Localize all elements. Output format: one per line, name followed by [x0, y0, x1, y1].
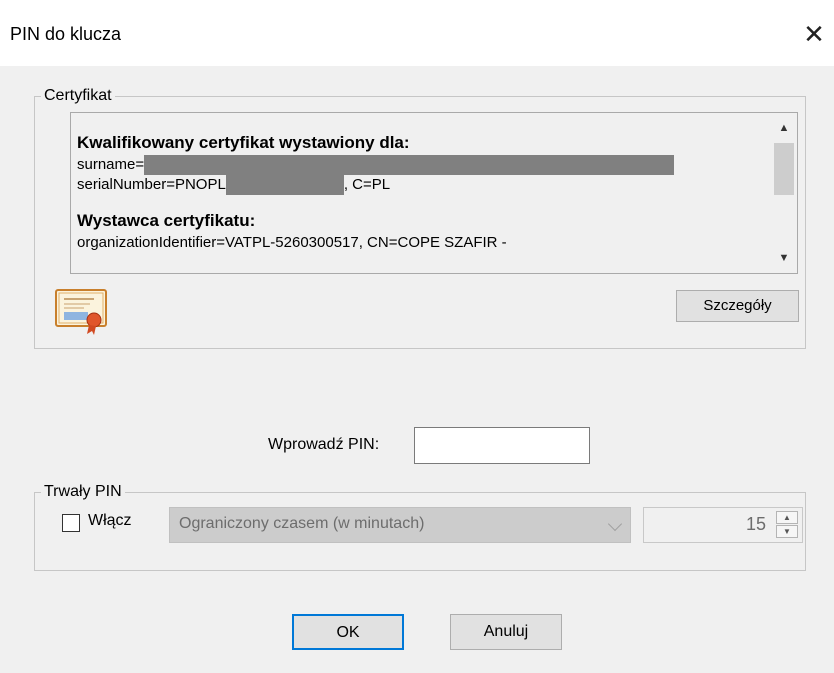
scroll-thumb[interactable]	[774, 143, 794, 195]
enable-checkbox[interactable]	[62, 514, 80, 532]
persistent-pin-legend: Trwały PIN	[44, 483, 122, 500]
minutes-value: 15	[745, 514, 766, 534]
certificate-icon	[55, 289, 107, 335]
serial-line: serialNumber=PNOPL , C=PL	[77, 175, 767, 195]
issued-to-heading: Kwalifikowany certyfikat wystawiony dla:	[77, 133, 410, 152]
redacted-block	[144, 155, 675, 175]
certificate-legend: Certyfikat	[44, 87, 112, 104]
certificate-text: Kwalifikowany certyfikat wystawiony dla:…	[77, 133, 767, 253]
certificate-scrollbar[interactable]: ▲ ▼	[771, 113, 797, 273]
serial-suffix: , C=PL	[343, 176, 391, 193]
pin-mode-value: Ograniczony czasem (w minutach)	[179, 515, 425, 532]
issuer-heading: Wystawca certyfikatu:	[77, 211, 256, 230]
enable-label[interactable]: Włącz	[88, 512, 132, 530]
pin-label: Wprowadź PIN:	[268, 436, 380, 453]
minutes-stepper[interactable]: 15 ▲ ▼	[643, 507, 803, 543]
cancel-button[interactable]: Anuluj	[450, 614, 562, 650]
details-button[interactable]: Szczegóły	[676, 290, 799, 322]
surname-line: surname=	[77, 155, 767, 175]
scroll-down-icon[interactable]: ▼	[771, 247, 797, 269]
window-title: PIN do klucza	[10, 24, 122, 44]
pin-mode-select[interactable]: Ograniczony czasem (w minutach)	[169, 507, 631, 543]
issuer-line: organizationIdentifier=VATPL-5260300517,…	[77, 234, 507, 251]
stepper-buttons: ▲ ▼	[776, 511, 798, 539]
stepper-down-icon[interactable]: ▼	[776, 525, 798, 538]
pin-input[interactable]	[414, 427, 590, 464]
certificate-info-box[interactable]: Kwalifikowany certyfikat wystawiony dla:…	[70, 112, 798, 274]
close-icon[interactable]: ✕	[794, 14, 834, 54]
redacted-block	[225, 175, 344, 195]
surname-label: surname=	[77, 156, 145, 173]
ok-button[interactable]: OK	[292, 614, 404, 650]
stepper-up-icon[interactable]: ▲	[776, 511, 798, 524]
chevron-down-icon	[607, 516, 623, 532]
title-bar: PIN do klucza ✕	[0, 0, 834, 66]
scroll-up-icon[interactable]: ▲	[771, 117, 797, 139]
serial-label: serialNumber=PNOPL	[77, 176, 226, 193]
